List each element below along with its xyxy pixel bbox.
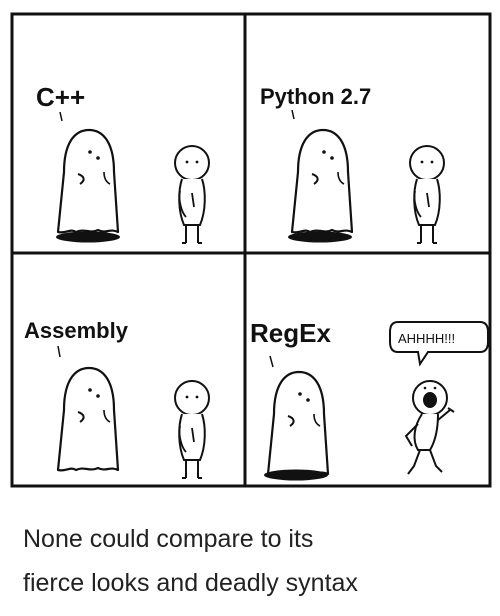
label-pointer — [57, 345, 61, 358]
person-figure — [174, 145, 210, 244]
screaming-person-figure — [404, 380, 455, 475]
ghost-figure — [266, 370, 330, 476]
ghost-shadow — [288, 231, 352, 243]
ghost-shadow — [56, 231, 120, 243]
caption-line-2: fierce looks and deadly syntax — [23, 569, 358, 597]
label-pointer — [59, 111, 63, 122]
ghost-figure — [56, 128, 120, 234]
panel-label-regex: RegEx — [250, 318, 331, 348]
ghost-figure — [56, 366, 120, 472]
caption-line-1: None could compare to its — [23, 525, 314, 553]
comic-strip: C++ Python 2.7 Assembly RegEx AHHHH!!! — [10, 12, 492, 488]
panel-label-cpp: C++ — [36, 82, 85, 112]
person-figure — [409, 145, 445, 244]
panel-label-assembly: Assembly — [24, 318, 129, 343]
ghost-figure — [290, 128, 354, 234]
person-figure — [174, 380, 210, 479]
label-pointer — [269, 355, 274, 368]
label-pointer — [291, 109, 295, 120]
panel-cpp: C++ — [36, 82, 210, 244]
ghost-shadow — [264, 469, 328, 481]
panel-label-python: Python 2.7 — [260, 84, 371, 109]
speech-text: AHHHH!!! — [398, 331, 455, 346]
panel-assembly: Assembly — [24, 318, 210, 479]
panel-python: Python 2.7 — [260, 84, 445, 244]
panel-regex: RegEx AHHHH!!! — [250, 318, 489, 481]
